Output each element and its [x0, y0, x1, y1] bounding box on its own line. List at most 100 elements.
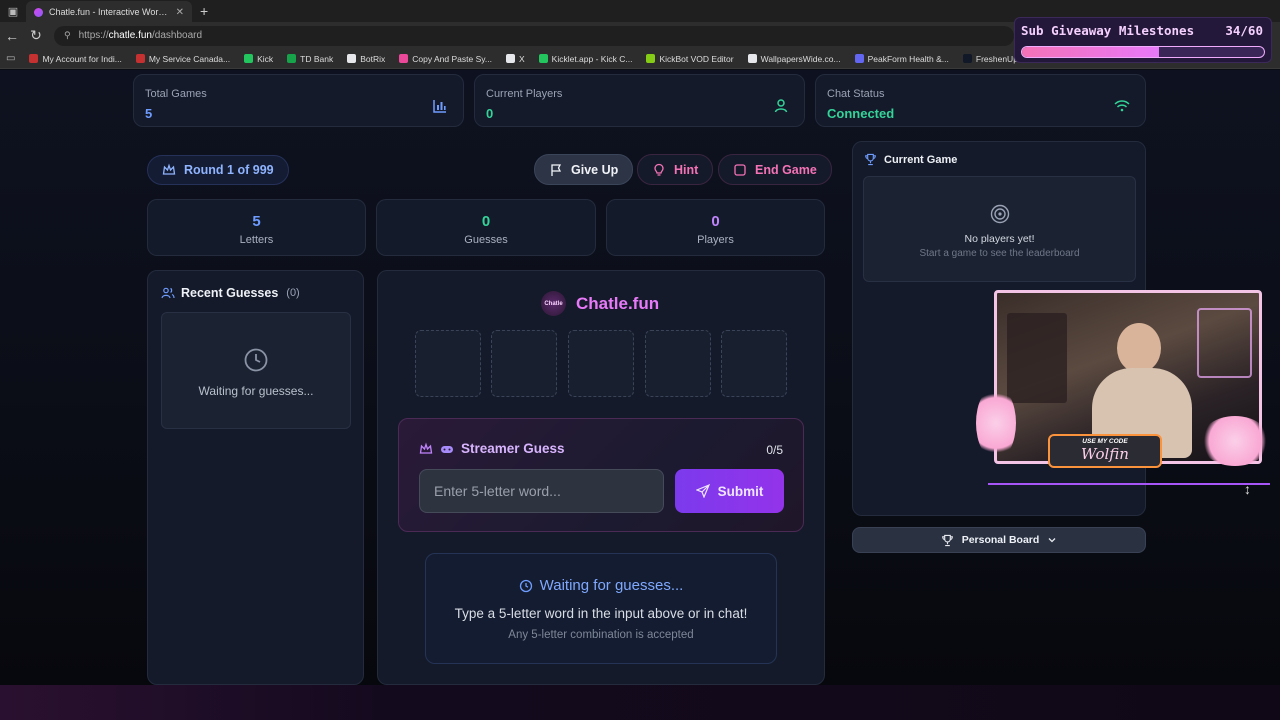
url-path: /dashboard	[151, 30, 203, 41]
waiting-line-2: Any 5-letter combination is accepted	[508, 629, 694, 641]
letter-tile	[568, 330, 634, 397]
bookmark-favicon-icon	[538, 54, 548, 63]
bookmark-favicon-icon	[399, 54, 409, 63]
chat-status-card: Chat Status Connected	[815, 74, 1146, 127]
letters-label: Letters	[239, 234, 274, 246]
bookmark-item[interactable]: TD Bank	[287, 54, 333, 64]
recent-guesses-empty-text: Waiting for guesses...	[198, 384, 314, 398]
users-icon	[161, 287, 175, 299]
waiting-panel: Waiting for guesses... Type a 5-letter w…	[425, 553, 777, 664]
resize-cursor-icon: ↕	[1244, 481, 1251, 497]
leaderboard-title: Current Game	[884, 153, 958, 166]
lightbulb-icon	[654, 163, 664, 176]
milestone-progress-bar	[1021, 46, 1265, 58]
give-up-label: Give Up	[571, 162, 619, 177]
bookmark-item[interactable]: Kicklet.app - Kick C...	[538, 53, 633, 64]
current-players-value: 0	[486, 106, 494, 121]
wifi-icon	[1114, 100, 1130, 112]
webcam-overlay: USE MY CODE Wolfin	[976, 286, 1272, 486]
bookmark-item[interactable]: X	[505, 53, 525, 64]
waiting-header: Waiting for guesses...	[426, 577, 776, 594]
letter-tile	[721, 330, 787, 397]
gamepad-icon	[441, 445, 453, 453]
recent-guesses-panel: Recent Guesses (0) Waiting for guesses..…	[147, 270, 364, 685]
tab-menu-icon[interactable]: ▣	[0, 0, 26, 22]
bookmark-item[interactable]: My Service Canada...	[135, 54, 230, 64]
url-bar[interactable]: ⚲ https://chatle.fun/dashboard	[54, 25, 1014, 46]
bookmark-label: Kick	[257, 53, 274, 64]
creator-code-badge: USE MY CODE Wolfin	[1048, 434, 1162, 468]
players-value: 0	[711, 213, 720, 230]
waiting-title: Waiting for guesses...	[539, 577, 684, 594]
apps-icon[interactable]: ▭	[6, 53, 15, 64]
bookmark-label: Kicklet.app - Kick C...	[551, 53, 633, 64]
bookmark-label: PeakForm Health &...	[867, 53, 949, 64]
url-prefix: https://	[78, 30, 109, 41]
browser-tab[interactable]: Chatle.fun - Interactive Wordle Game ✕	[26, 1, 192, 23]
current-players-card: Current Players 0	[474, 74, 805, 127]
streamer-guess-header: Streamer Guess	[419, 441, 565, 456]
bookmark-item[interactable]: KickBot VOD Editor	[646, 54, 734, 64]
code-value: Wolfin	[1081, 445, 1129, 463]
total-games-card: Total Games 5	[133, 74, 464, 127]
bookmark-favicon-icon	[29, 54, 39, 63]
guesses-stat: 0 Guesses	[376, 199, 596, 256]
letter-tile	[415, 330, 481, 397]
site-info-icon[interactable]: ⚲	[64, 30, 71, 41]
give-up-button[interactable]: Give Up	[534, 154, 634, 185]
streamer-guess-panel: Streamer Guess 0/5 Enter 5-letter word..…	[398, 418, 804, 532]
leaderboard-empty-title: No players yet!	[964, 233, 1035, 245]
bookmark-favicon-icon	[646, 54, 656, 63]
bookmark-item[interactable]: WallpapersWide.co...	[747, 53, 841, 64]
submit-guess-button[interactable]: Submit	[675, 469, 784, 513]
bookmark-item[interactable]: My Account for Indi...	[29, 54, 122, 64]
reload-icon[interactable]: ↻	[24, 27, 48, 44]
send-icon	[695, 484, 710, 498]
brand-header: Chatle Chatle.fun	[541, 291, 659, 316]
bookmark-favicon-icon	[287, 54, 297, 63]
trophy-icon	[941, 534, 953, 546]
url-host: chatle.fun	[108, 30, 152, 41]
chevron-down-icon	[1048, 538, 1056, 543]
new-tab-icon[interactable]: +	[200, 3, 208, 19]
personal-board-toggle[interactable]: Personal Board	[852, 527, 1146, 553]
end-game-label: End Game	[755, 162, 817, 177]
flag-icon	[551, 163, 562, 176]
milestone-title: Sub Giveaway Milestones	[1021, 23, 1195, 38]
current-players-title: Current Players	[486, 88, 563, 100]
milestone-progress-fill	[1022, 47, 1160, 57]
streamer-guess-counter: 0/5	[766, 443, 783, 457]
bookmark-label: BotRix	[360, 53, 386, 64]
recent-guesses-header: Recent Guesses (0)	[161, 286, 300, 300]
players-stat: 0 Players	[606, 199, 825, 256]
letters-value: 5	[252, 213, 261, 230]
clock-icon	[519, 579, 532, 592]
bookmark-label: X	[518, 53, 525, 64]
guess-word-input[interactable]: Enter 5-letter word...	[419, 469, 664, 513]
target-icon	[990, 204, 1009, 224]
bookmark-item[interactable]: PeakForm Health &...	[854, 53, 949, 64]
recent-guesses-title: Recent Guesses	[181, 286, 279, 300]
bookmark-label: WallpapersWide.co...	[760, 53, 841, 64]
stop-square-icon	[734, 163, 746, 176]
close-tab-icon[interactable]: ✕	[176, 7, 184, 18]
players-label: Players	[697, 234, 734, 246]
back-icon[interactable]: ←	[0, 28, 24, 44]
bookmark-item[interactable]: Kick	[244, 54, 273, 64]
bar-chart-icon	[433, 100, 446, 113]
bookmark-favicon-icon	[854, 54, 864, 63]
bookmark-favicon-icon	[962, 54, 972, 63]
end-game-button[interactable]: End Game	[718, 154, 832, 185]
chat-status-value: Connected	[827, 106, 895, 121]
chat-status-title: Chat Status	[827, 88, 885, 100]
submit-label: Submit	[717, 483, 764, 499]
hint-button[interactable]: Hint	[637, 154, 714, 185]
bookmark-item[interactable]: BotRix	[347, 54, 385, 64]
milestone-count: 34/60	[1225, 23, 1263, 38]
clock-icon	[244, 348, 268, 372]
total-games-value: 5	[145, 106, 153, 121]
bookmark-item[interactable]: Copy And Paste Sy...	[399, 54, 492, 64]
flower-decoration-right	[1200, 416, 1270, 466]
recent-guesses-empty: Waiting for guesses...	[161, 312, 351, 429]
pc-case-shape	[1197, 308, 1252, 378]
